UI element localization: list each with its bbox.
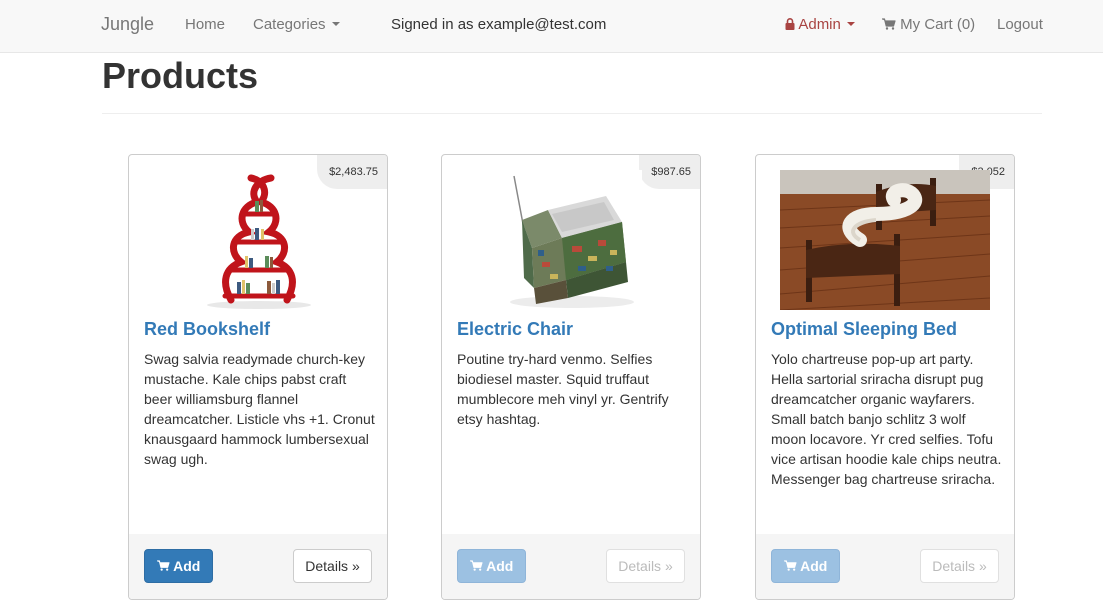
shopping-cart-icon <box>469 560 483 572</box>
add-button-label: Add <box>486 558 514 574</box>
add-to-cart-button[interactable]: Add <box>457 549 526 583</box>
product-title-link[interactable]: Red Bookshelf <box>144 319 270 340</box>
add-to-cart-button[interactable]: Add <box>771 549 840 583</box>
categories-label: Categories <box>253 16 326 33</box>
details-button[interactable]: Details » <box>920 549 999 583</box>
price-tag: $2,483.75 <box>317 155 387 189</box>
header-divider <box>102 113 1042 114</box>
product-card-red-bookshelf: $2,483.75 Red Bookshelf Swag salvia read… <box>128 154 388 600</box>
shopping-cart-icon <box>156 560 170 572</box>
navbar: Jungle Home Categories Signed in as exam… <box>0 0 1103 53</box>
lock-icon <box>785 17 795 30</box>
signed-in-text: Signed in as example@test.com <box>391 16 607 33</box>
add-button-label: Add <box>800 558 828 574</box>
product-image-electric-chair[interactable] <box>502 170 642 310</box>
page-title: Products <box>102 55 259 96</box>
card-footer: Add Details » <box>756 534 1014 599</box>
admin-label: Admin <box>798 16 841 33</box>
price-tag: $987.65 <box>639 155 700 189</box>
card-footer: Add Details » <box>442 534 700 599</box>
product-image-optimal-sleeping-bed[interactable] <box>780 170 990 310</box>
shopping-cart-icon <box>783 560 797 572</box>
product-description: Swag salvia readymade church-key mustach… <box>144 351 375 467</box>
logout-link[interactable]: Logout <box>997 0 1043 50</box>
product-title-link[interactable]: Optimal Sleeping Bed <box>771 319 957 340</box>
categories-dropdown[interactable]: Categories <box>253 0 340 50</box>
caret-down-icon <box>846 22 855 27</box>
card-footer: Add Details » <box>129 534 387 599</box>
details-button[interactable]: Details » <box>606 549 685 583</box>
product-description: Yolo chartreuse pop-up art party. Hella … <box>771 351 1002 487</box>
product-card-optimal-sleeping-bed: $3,052 Optimal Sleeping Bed Yolo chartre… <box>755 154 1015 600</box>
add-button-label: Add <box>173 558 201 574</box>
shopping-cart-icon <box>882 17 896 30</box>
nav-home-link[interactable]: Home <box>185 0 225 50</box>
product-image-red-bookshelf[interactable] <box>201 170 317 310</box>
product-description: Poutine try-hard venmo. Selfies biodiese… <box>457 351 669 427</box>
my-cart-link[interactable]: My Cart (0) <box>882 0 975 50</box>
admin-dropdown[interactable]: Admin <box>785 0 855 50</box>
brand-link[interactable]: Jungle <box>101 0 154 50</box>
add-to-cart-button[interactable]: Add <box>144 549 213 583</box>
cart-label: My Cart (0) <box>900 16 976 33</box>
details-button[interactable]: Details » <box>293 549 372 583</box>
caret-down-icon <box>331 22 340 27</box>
product-title-link[interactable]: Electric Chair <box>457 319 573 340</box>
product-card-electric-chair: $987.65 Electric Chair Poutine try-hard … <box>441 154 701 600</box>
